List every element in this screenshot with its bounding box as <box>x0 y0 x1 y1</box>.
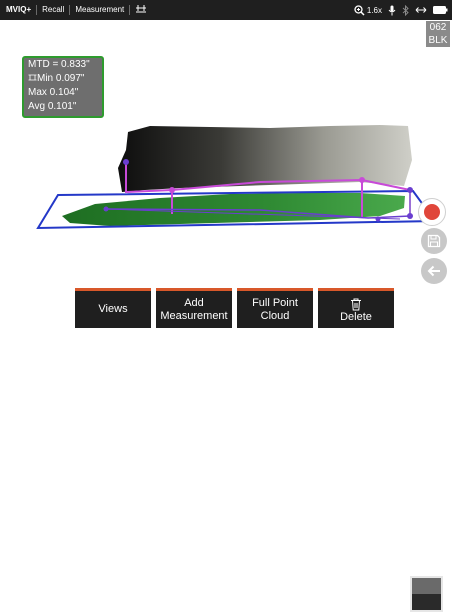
measurement-cursor-6[interactable] <box>407 213 413 219</box>
top-status-bar: MVIQ+ Recall Measurement 1.6x <box>0 0 452 20</box>
zoom-magnifier-icon <box>354 4 365 16</box>
record-button[interactable] <box>418 198 446 226</box>
thumbnail-top <box>412 578 441 594</box>
result-min: Min 0.097" <box>37 73 85 84</box>
full-point-cloud-button[interactable]: Full Point Cloud <box>237 288 313 328</box>
result-mtd: MTD = 0.833" <box>28 59 90 70</box>
delete-button[interactable]: Delete <box>318 288 394 328</box>
zoom-level: 1.6x <box>366 5 382 15</box>
image-thumbnail[interactable] <box>410 576 443 612</box>
measurement-results-panel[interactable]: MTD = 0.833" Min 0.097" Max 0.104" Avg 0… <box>22 56 104 118</box>
microphone-icon <box>388 5 396 15</box>
measurement-cursor-2[interactable] <box>169 187 175 193</box>
add-measurement-button[interactable]: Add Measurement <box>156 288 232 328</box>
full-point-cloud-label-1: Full Point <box>252 296 298 309</box>
depth-profile-icon <box>28 74 37 81</box>
measurement-cursor-7[interactable] <box>375 216 381 222</box>
back-button[interactable] <box>421 258 447 284</box>
tab-mviq[interactable]: MVIQ+ <box>6 5 38 15</box>
add-measurement-label-2: Measurement <box>160 309 228 322</box>
result-min-row: Min 0.097" <box>28 72 102 86</box>
delete-label: Delete <box>340 310 372 323</box>
probe-code-badge: 062 BLK <box>426 21 450 47</box>
add-measurement-label-1: Add <box>184 296 204 309</box>
views-button[interactable]: Views <box>75 288 151 328</box>
bluetooth-icon <box>402 4 409 16</box>
tab-recall[interactable]: Recall <box>37 5 71 15</box>
status-icons: 1.6x <box>354 0 448 20</box>
tab-measurement[interactable]: Measurement <box>70 5 131 15</box>
measurement-cursor-1[interactable] <box>123 159 129 165</box>
horizontal-arrows-icon <box>415 7 427 13</box>
views-label: Views <box>98 303 128 315</box>
full-point-cloud-label-2: Cloud <box>260 309 290 322</box>
measurement-cursor-4[interactable] <box>407 187 413 193</box>
result-avg: Avg 0.101" <box>28 101 77 112</box>
trash-icon <box>351 298 361 310</box>
measurement-tool-icon[interactable] <box>130 4 152 16</box>
probe-code-number: 062 <box>429 22 447 33</box>
probe-code-label: BLK <box>428 35 448 46</box>
point-cloud-view[interactable] <box>0 120 452 245</box>
measurement-cursor-5[interactable] <box>103 206 109 212</box>
zoom-indicator: 1.6x <box>354 4 382 16</box>
result-max: Max 0.104" <box>28 87 79 98</box>
record-icon <box>424 204 440 220</box>
mode-tabs: MVIQ+ Recall Measurement <box>0 4 152 16</box>
back-arrow-icon <box>427 265 440 277</box>
save-icon <box>427 234 441 248</box>
save-button[interactable] <box>421 228 447 254</box>
battery-icon <box>433 6 448 14</box>
thumbnail-bottom <box>412 594 441 610</box>
softkey-bar: Views Add Measurement Full Point Cloud D… <box>0 288 452 612</box>
measurement-cursor-3[interactable] <box>359 177 365 183</box>
